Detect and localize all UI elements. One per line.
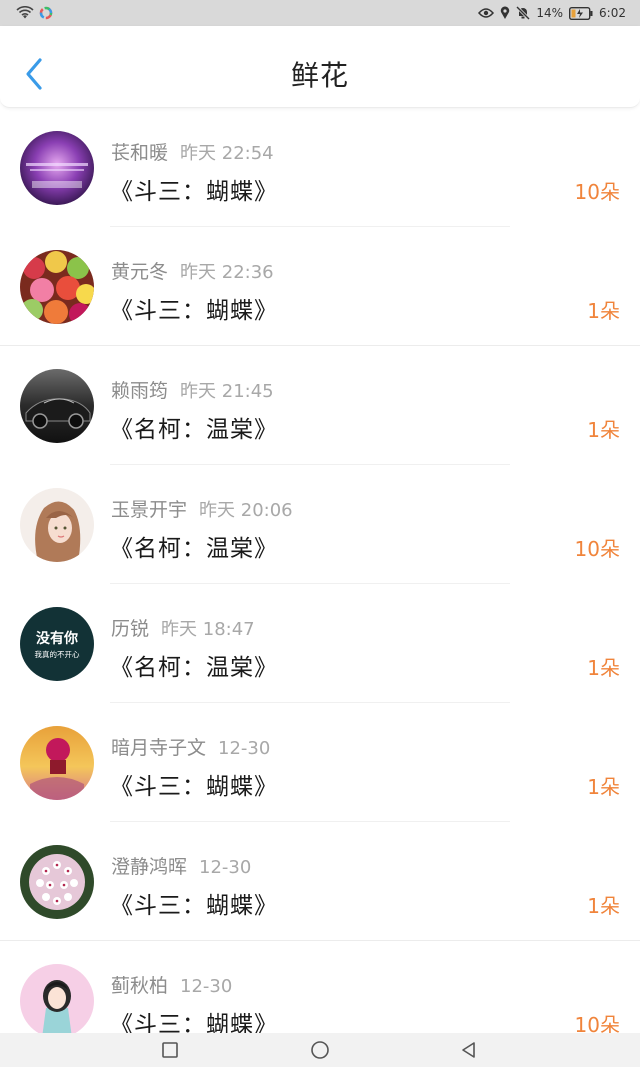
timestamp: 昨天 20:06: [199, 500, 293, 521]
flower-count: 1朵: [587, 418, 620, 442]
list-item[interactable]: 玉景开宇 昨天 20:06 《名柯：温棠》 10朵: [0, 465, 640, 584]
flower-count: 10朵: [574, 180, 620, 204]
status-bar-right: 14% 6:02: [478, 3, 626, 23]
avatar-text-main: 没有你: [36, 630, 78, 647]
avatar[interactable]: [20, 131, 94, 205]
home-icon: [310, 1041, 330, 1064]
flower-count: 1朵: [587, 299, 620, 323]
list-item[interactable]: 赖雨筠 昨天 21:45 《名柯：温棠》 1朵: [0, 346, 640, 465]
status-bar: 14% 6:02: [0, 0, 640, 26]
timestamp: 昨天 18:47: [161, 619, 255, 640]
timestamp: 12-30: [218, 738, 271, 759]
user-name: 苌和暖 昨天 22:54: [111, 138, 274, 165]
user-name: 黄元冬 昨天 22:36: [111, 257, 274, 284]
work-title: 《斗三：蝴蝶》: [110, 1012, 278, 1034]
user-name-text: 澄静鸿晖: [111, 856, 188, 878]
avatar[interactable]: 没有你 我真的不开心: [20, 607, 94, 681]
flower-count: 1朵: [587, 894, 620, 918]
timestamp: 12-30: [180, 976, 233, 997]
flower-count: 1朵: [587, 775, 620, 799]
battery-icon: [569, 6, 593, 20]
status-bar-left: [16, 4, 53, 22]
list-item[interactable]: 澄静鸿晖 12-30 《斗三：蝴蝶》 1朵: [0, 822, 640, 941]
user-name: 暗月寺子文 12-30: [111, 733, 270, 760]
user-name: 蓟秋柏 12-30: [111, 971, 232, 998]
user-name-text: 赖雨筠: [111, 380, 169, 402]
user-name-text: 苌和暖: [111, 142, 169, 164]
work-title: 《斗三：蝴蝶》: [110, 774, 278, 800]
list-item[interactable]: 蓟秋柏 12-30 《斗三：蝴蝶》 10朵: [0, 941, 640, 1034]
list-item[interactable]: 苌和暖 昨天 22:54 《斗三：蝴蝶》 10朵: [0, 108, 640, 227]
avatar[interactable]: [20, 726, 94, 800]
user-name-text: 蓟秋柏: [111, 975, 169, 997]
flower-count: 1朵: [587, 656, 620, 680]
work-title: 《名柯：温棠》: [110, 536, 278, 562]
user-name-text: 黄元冬: [111, 261, 169, 283]
avatar[interactable]: [20, 250, 94, 324]
location-icon: [500, 6, 510, 20]
gift-list: 苌和暖 昨天 22:54 《斗三：蝴蝶》 10朵 黄元冬 昨天 22:36 《斗三：…: [0, 108, 640, 1034]
page-title: 鲜花: [290, 59, 349, 92]
work-title: 《斗三：蝴蝶》: [110, 298, 278, 324]
timestamp: 昨天 22:54: [180, 143, 274, 164]
recent-apps-icon: [160, 1042, 180, 1064]
battery-percent: 14%: [536, 6, 564, 20]
list-item[interactable]: 黄元冬 昨天 22:36 《斗三：蝴蝶》 1朵: [0, 227, 640, 346]
user-name: 赖雨筠 昨天 21:45: [111, 376, 274, 403]
list-item[interactable]: 没有你 我真的不开心 历锐 昨天 18:47 《名柯：温棠》 1朵: [0, 584, 640, 703]
avatar[interactable]: [20, 964, 94, 1034]
user-name: 历锐 昨天 18:47: [111, 614, 255, 641]
avatar[interactable]: [20, 845, 94, 919]
system-nav-bar: [0, 1033, 640, 1067]
user-name: 玉景开宇 昨天 20:06: [111, 495, 293, 522]
work-title: 《斗三：蝴蝶》: [110, 179, 278, 205]
flower-count: 10朵: [574, 1013, 620, 1034]
work-title: 《名柯：温棠》: [110, 417, 278, 443]
app-notification-icon: [39, 6, 53, 20]
mute-bell-icon: [516, 6, 531, 20]
status-time: 6:02: [599, 6, 626, 20]
work-title: 《名柯：温棠》: [110, 655, 278, 681]
work-title: 《斗三：蝴蝶》: [110, 893, 278, 919]
flower-count: 10朵: [574, 537, 620, 561]
home-button[interactable]: [310, 1040, 330, 1060]
timestamp: 12-30: [199, 857, 252, 878]
back-icon: [459, 1042, 479, 1064]
page-header: 鲜花: [0, 26, 640, 108]
system-back-button[interactable]: [459, 1040, 479, 1060]
timestamp: 昨天 21:45: [180, 381, 274, 402]
user-name-text: 玉景开宇: [111, 499, 188, 521]
user-name-text: 暗月寺子文: [111, 737, 207, 759]
recent-apps-button[interactable]: [160, 1040, 180, 1060]
timestamp: 昨天 22:36: [180, 262, 274, 283]
wifi-icon: [16, 6, 34, 20]
user-name-text: 历锐: [111, 618, 150, 640]
avatar-text-sub: 我真的不开心: [35, 649, 80, 659]
avatar[interactable]: [20, 369, 94, 443]
list-item[interactable]: 暗月寺子文 12-30 《斗三：蝴蝶》 1朵: [0, 703, 640, 822]
eye-icon: [478, 7, 495, 19]
avatar[interactable]: [20, 488, 94, 562]
user-name: 澄静鸿晖 12-30: [111, 852, 251, 879]
